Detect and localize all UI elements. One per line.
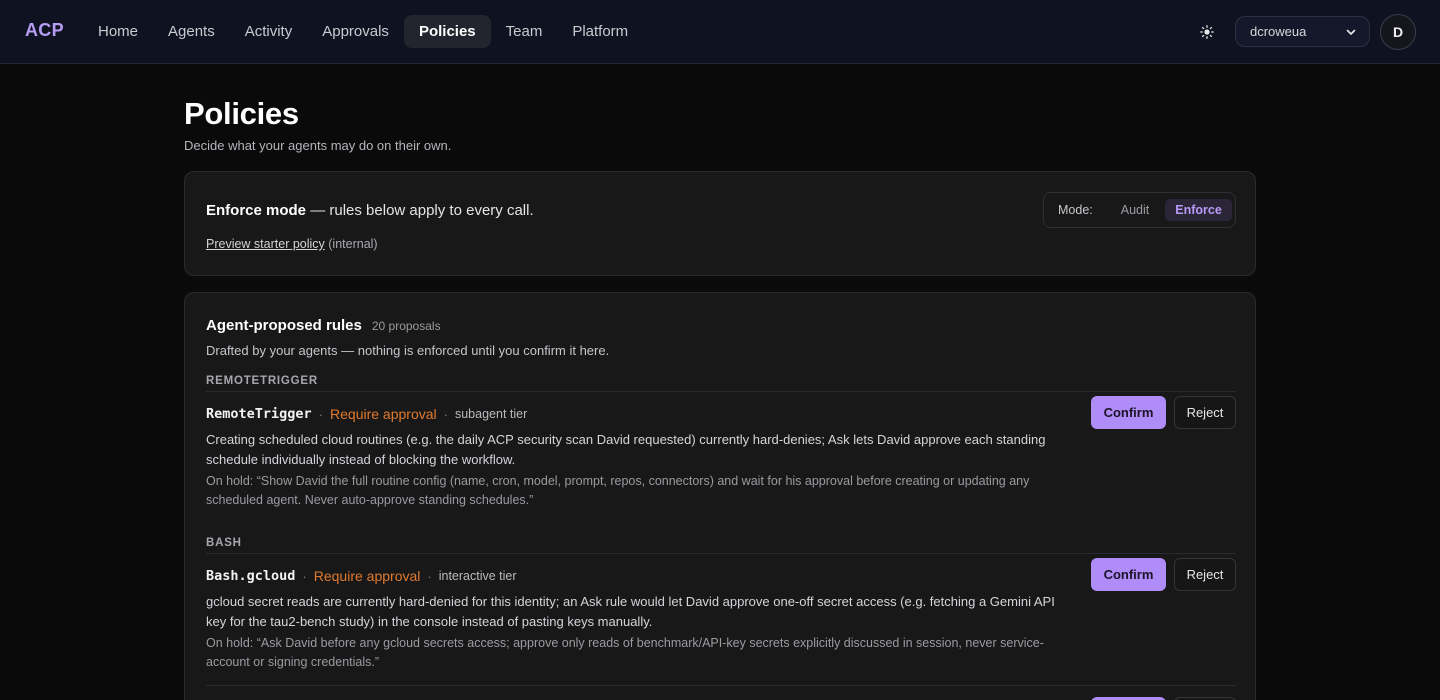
rule-name: Bash.gcloud — [206, 568, 296, 584]
separator-dot: · — [318, 406, 324, 422]
rule-item-remotetrigger: RemoteTrigger · Require approval · subag… — [206, 396, 1236, 510]
rule-on-hold-note: On hold: “Show David the full routine co… — [206, 474, 1030, 507]
mode-description: — rules below apply to every call. — [306, 202, 534, 219]
mode-name: Enforce mode — [206, 202, 307, 219]
reject-button[interactable]: Reject — [1174, 396, 1236, 429]
nav-item-approvals[interactable]: Approvals — [307, 15, 404, 48]
rules-description: Drafted by your agents — nothing is enfo… — [206, 343, 610, 358]
rule-rationale: Creating scheduled cloud routines (e.g. … — [206, 432, 1046, 467]
group-label-bash: BASH — [206, 537, 242, 549]
separator-dot: · — [302, 568, 307, 584]
page-subtitle: Decide what your agents may do on their … — [184, 138, 452, 153]
separator-dot: · — [443, 406, 448, 422]
preview-starter-policy-link[interactable]: Preview starter policy — [206, 237, 325, 251]
main-nav: Home Agents Activity Approvals Policies … — [83, 15, 643, 48]
rules-count: 20 proposals — [371, 319, 441, 333]
preview-line: Preview starter policy (internal) — [206, 237, 378, 251]
nav-item-home[interactable]: Home — [83, 15, 153, 48]
reject-button[interactable]: Reject — [1174, 558, 1236, 591]
rule-name: RemoteTrigger — [206, 406, 312, 422]
org-select[interactable]: dcroweua — [1235, 16, 1370, 47]
sun-icon — [1200, 25, 1214, 39]
group-label-remotetrigger: REMOTETRIGGER — [206, 375, 318, 387]
rule-tier: subagent tier — [454, 407, 528, 421]
rule-item-bash-gcloud: Bash.gcloud · Require approval · interac… — [206, 558, 1236, 672]
separator-dot: · — [427, 568, 432, 584]
chevron-down-icon — [1346, 29, 1356, 35]
rule-header: Bash.gcloud · Require approval · interac… — [206, 566, 1236, 586]
top-navigation-bar: ACP Home Agents Activity Approvals Polic… — [0, 0, 1440, 64]
rules-title: Agent-proposed rules — [206, 317, 362, 334]
nav-item-policies[interactable]: Policies — [403, 15, 491, 48]
mode-switch-label: Mode: — [1058, 203, 1093, 217]
nav-item-agents[interactable]: Agents — [153, 15, 230, 48]
nav-item-platform[interactable]: Platform — [557, 15, 643, 48]
org-select-value: dcroweua — [1250, 24, 1307, 39]
rule-header: RemoteTrigger · Require approval · subag… — [206, 404, 1236, 424]
confirm-button[interactable]: Confirm — [1091, 558, 1166, 591]
rule-action: Require approval — [313, 568, 421, 584]
preview-suffix: (internal) — [324, 237, 378, 251]
theme-toggle-button[interactable] — [1193, 18, 1221, 46]
page-title: Policies — [184, 96, 299, 131]
mode-option-enforce[interactable]: Enforce — [1165, 199, 1232, 221]
rule-divider — [206, 685, 1236, 686]
mode-card: Enforce mode — rules below apply to ever… — [184, 171, 1256, 276]
nav-item-activity[interactable]: Activity — [230, 15, 308, 48]
app-logo[interactable]: ACP — [25, 20, 64, 41]
mode-status: Enforce mode — rules below apply to ever… — [206, 202, 534, 219]
confirm-button[interactable]: Confirm — [1091, 396, 1166, 429]
nav-item-team[interactable]: Team — [491, 15, 558, 48]
rule-on-hold-note: On hold: “Ask David before any gcloud se… — [206, 636, 1044, 669]
rule-tier: interactive tier — [438, 569, 517, 583]
group-divider — [206, 553, 1236, 554]
mode-switch: Mode: Audit Enforce — [1043, 192, 1236, 228]
agent-proposed-rules-card: Agent-proposed rules 20 proposals Drafte… — [184, 292, 1256, 700]
rules-header: Agent-proposed rules 20 proposals — [206, 317, 441, 334]
user-avatar[interactable]: D — [1380, 14, 1416, 50]
rule-rationale: gcloud secret reads are currently hard-d… — [206, 594, 1055, 629]
group-divider — [206, 391, 1236, 392]
mode-option-audit[interactable]: Audit — [1111, 199, 1160, 221]
rule-action: Require approval — [330, 406, 437, 422]
